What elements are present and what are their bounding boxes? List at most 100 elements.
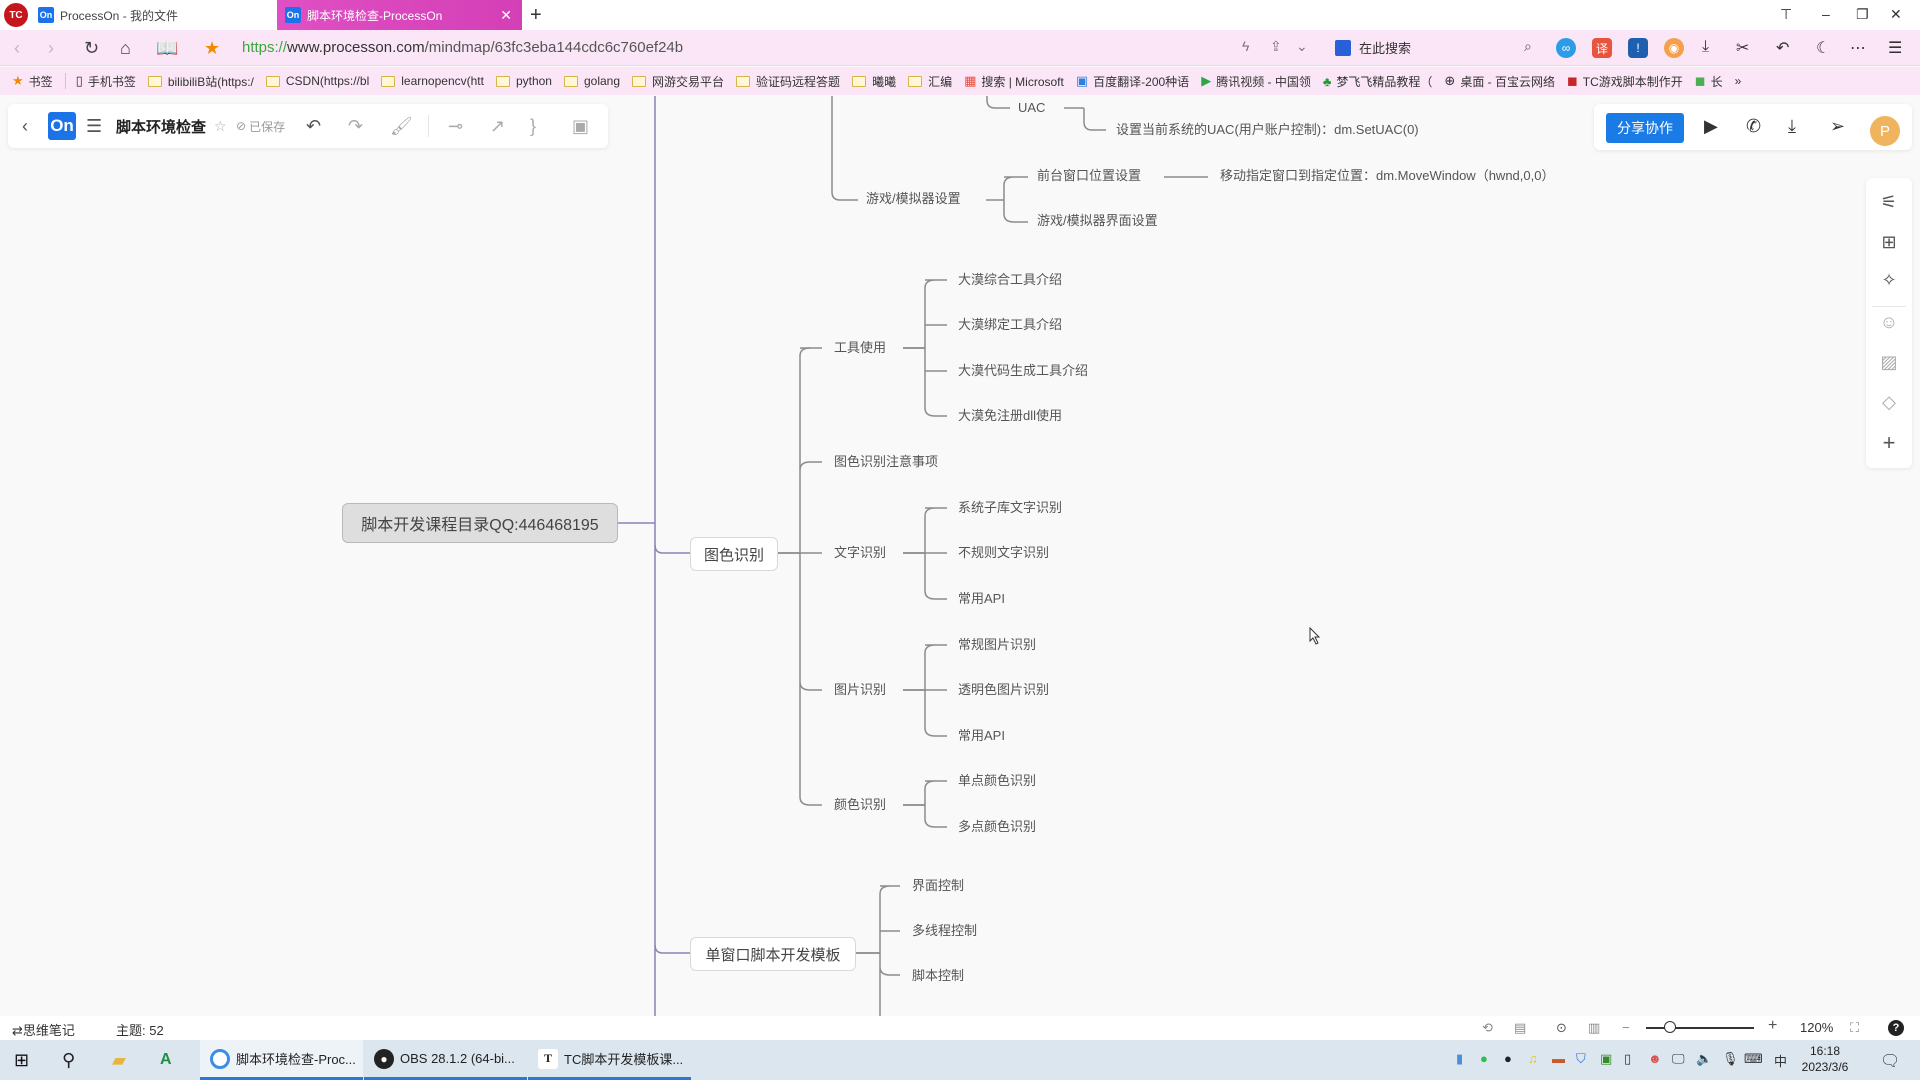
node-text-1[interactable]: 系统子库文字识别: [958, 500, 1062, 516]
taskbar-app-obs[interactable]: ● OBS 28.1.2 (64-bi...: [364, 1040, 527, 1080]
connector-image-color: [654, 544, 690, 554]
node-notes[interactable]: 图色识别注意事项: [834, 454, 938, 470]
node-tpl-3[interactable]: 脚本控制: [912, 968, 964, 984]
notification-icon[interactable]: 🗨: [1880, 1051, 1900, 1071]
help-icon[interactable]: ?: [1888, 1020, 1904, 1036]
layout-icon[interactable]: ▤: [1514, 1020, 1526, 1036]
download-icon[interactable]: ⤓: [1788, 116, 1796, 137]
node-pic-1[interactable]: 常规图片识别: [958, 637, 1036, 653]
app-ai-icon[interactable]: A: [160, 1040, 172, 1080]
node-front-window[interactable]: 前台窗口位置设置: [1037, 168, 1141, 184]
relation-arrow-icon[interactable]: ↗: [490, 104, 505, 148]
style-settings-icon[interactable]: ⚟: [1866, 192, 1912, 213]
connector-uac: [986, 96, 1010, 109]
windows-start-icon[interactable]: ⊞: [14, 1040, 29, 1080]
favorite-star-icon[interactable]: ☆: [214, 104, 227, 148]
node-pic-3[interactable]: 常用API: [958, 728, 1005, 744]
usb-tray-icon[interactable]: ▮: [1456, 1051, 1463, 1067]
people-tray-icon[interactable]: ☻: [1648, 1051, 1662, 1066]
node-uac-set[interactable]: 设置当前系统的UAC(用户账户控制)：dm.SetUAC(0): [1116, 122, 1419, 138]
node-text-rec[interactable]: 文字识别: [834, 545, 886, 561]
taskbar-app-browser[interactable]: 脚本环境检查-Proc...: [200, 1040, 363, 1080]
node-color-2[interactable]: 多点颜色识别: [958, 819, 1036, 835]
image-icon[interactable]: ▨: [1866, 352, 1912, 373]
shield-tray-icon[interactable]: ⛉: [1576, 1051, 1586, 1067]
zoom-out-button[interactable]: −: [1622, 1020, 1630, 1035]
node-game-ui[interactable]: 游戏/模拟器界面设置: [1037, 213, 1158, 229]
tag-icon[interactable]: ◇: [1866, 392, 1912, 413]
redo-icon[interactable]: ↷: [348, 104, 363, 148]
node-image-color[interactable]: 图色识别: [690, 537, 778, 571]
nvidia-tray-icon[interactable]: ▣: [1600, 1051, 1612, 1067]
check-circle-icon: ⊘: [236, 119, 247, 133]
node-tools[interactable]: 工具使用: [834, 340, 886, 356]
keyboard-icon[interactable]: ⌨: [1744, 1051, 1763, 1067]
map-icon[interactable]: ▥: [1588, 1020, 1600, 1036]
share-collaborate-button[interactable]: 分享协作: [1606, 113, 1684, 143]
obs-tray-icon[interactable]: ●: [1504, 1051, 1512, 1066]
node-tool-2[interactable]: 大漠绑定工具介绍: [958, 317, 1062, 333]
fullscreen-icon[interactable]: ⛶: [1850, 1020, 1859, 1036]
connector-ic-notes: [799, 461, 822, 471]
node-tool-3[interactable]: 大漠代码生成工具介绍: [958, 363, 1088, 379]
music-tray-icon[interactable]: ♫: [1528, 1051, 1538, 1066]
user-avatar[interactable]: P: [1870, 116, 1900, 146]
document-title[interactable]: 脚本环境检查: [116, 104, 206, 148]
node-pic-rec[interactable]: 图片识别: [834, 682, 886, 698]
processon-logo[interactable]: On: [48, 112, 76, 140]
node-pic-2[interactable]: 透明色图片识别: [958, 682, 1049, 698]
node-uac[interactable]: UAC: [1018, 100, 1045, 116]
system-clock[interactable]: 16:18 2023/3/6: [1790, 1043, 1860, 1075]
node-tpl-2[interactable]: 多线程控制: [912, 923, 977, 939]
emoji-icon[interactable]: ☺: [1866, 312, 1912, 333]
node-move-window[interactable]: 移动指定窗口到指定位置：dm.MoveWindow（hwnd,0,0）: [1220, 168, 1554, 184]
node-tool-4[interactable]: 大漠免注册dll使用: [958, 408, 1062, 424]
phone-icon[interactable]: ✆: [1746, 116, 1761, 137]
file-explorer-icon[interactable]: ▰: [112, 1040, 126, 1080]
structure-tree-icon[interactable]: ⊞: [1866, 232, 1912, 253]
volume-icon[interactable]: 🔈: [1696, 1051, 1712, 1067]
zoom-in-button[interactable]: +: [1768, 1017, 1777, 1035]
mouse-cursor-icon: [1309, 627, 1321, 645]
network-icon[interactable]: 🖵: [1672, 1051, 1685, 1067]
locate-center-icon[interactable]: ⊙: [1556, 1020, 1567, 1036]
node-text-3[interactable]: 常用API: [958, 591, 1005, 607]
usb-eject-icon[interactable]: ▯: [1624, 1051, 1631, 1067]
send-paper-plane-icon[interactable]: ➢: [1830, 116, 1845, 137]
presentation-play-icon[interactable]: ▶: [1704, 116, 1718, 137]
node-color-rec[interactable]: 颜色识别: [834, 797, 886, 813]
connector-tools-children: [924, 279, 947, 417]
history-icon[interactable]: ⟲: [1482, 1020, 1493, 1036]
topic-count: 主题: 52: [116, 1020, 164, 1039]
node-color-1[interactable]: 单点颜色识别: [958, 773, 1036, 789]
connector-template: [654, 944, 690, 954]
app-tray-icon[interactable]: ▬: [1552, 1051, 1565, 1066]
node-game-settings[interactable]: 游戏/模拟器设置: [866, 191, 961, 207]
mindmap-root-node[interactable]: 脚本开发课程目录QQ:446468195: [342, 503, 618, 543]
saved-status: ⊘ 已保存: [236, 104, 285, 148]
taskbar-app-tc[interactable]: T TC脚本开发模板课...: [528, 1040, 691, 1080]
topic-count-label: 主题:: [116, 1023, 146, 1038]
mind-notes-toggle[interactable]: ⇄思维笔记: [12, 1020, 75, 1039]
connector-color-children: [924, 780, 947, 828]
add-icon[interactable]: +: [1866, 430, 1912, 456]
zoom-slider-handle[interactable]: [1663, 1021, 1676, 1033]
microphone-icon[interactable]: 🎙: [1722, 1051, 1739, 1067]
format-painter-icon[interactable]: 🖌: [390, 104, 413, 148]
ime-indicator[interactable]: 中: [1774, 1051, 1787, 1070]
node-tpl-1[interactable]: 界面控制: [912, 878, 964, 894]
node-template[interactable]: 单窗口脚本开发模板: [690, 937, 856, 971]
back-chevron-icon[interactable]: ‹: [22, 104, 28, 148]
menu-icon[interactable]: ☰: [86, 104, 102, 148]
summary-bracket-icon[interactable]: }: [530, 104, 536, 148]
node-tool-1[interactable]: 大漠综合工具介绍: [958, 272, 1062, 288]
undo-icon[interactable]: ↶: [306, 104, 321, 148]
search-icon[interactable]: ⚲: [62, 1040, 75, 1080]
zoom-slider-track[interactable]: [1646, 1027, 1754, 1029]
boundary-frame-icon[interactable]: ▣: [572, 104, 589, 148]
node-text-2[interactable]: 不规则文字识别: [958, 545, 1049, 561]
insert-topic-icon[interactable]: ⊸: [448, 104, 463, 148]
wechat-tray-icon[interactable]: ●: [1480, 1051, 1488, 1066]
magic-star-icon[interactable]: ✧: [1866, 270, 1912, 291]
zoom-level: 120%: [1800, 1020, 1834, 1035]
